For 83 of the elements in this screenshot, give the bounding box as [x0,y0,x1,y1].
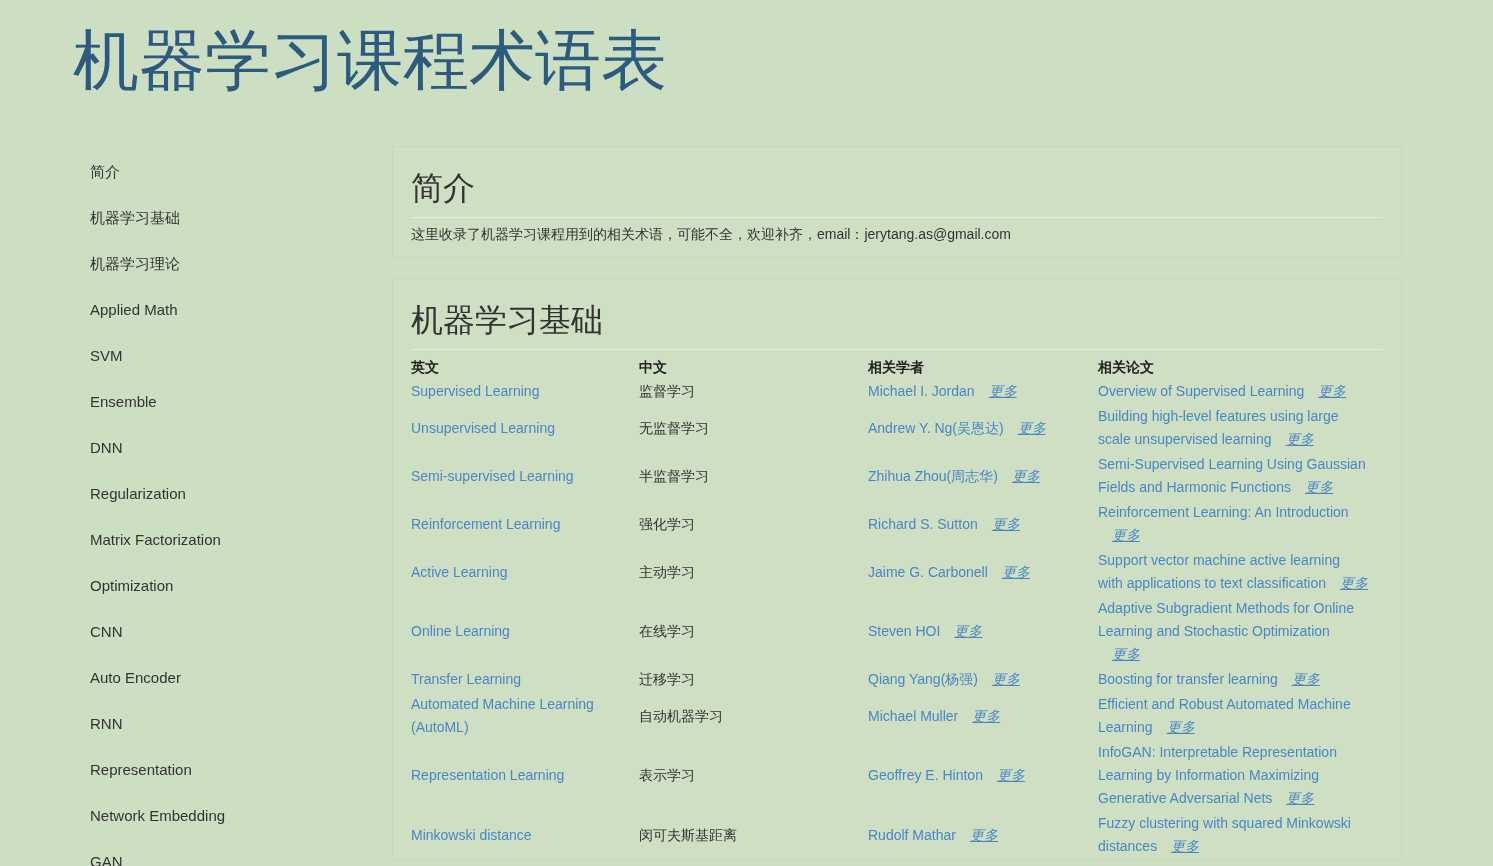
more-link[interactable]: 更多 [1112,646,1140,662]
more-link[interactable]: 更多 [1318,383,1347,399]
scholar-link[interactable]: Qiang Yang(杨强) [868,671,978,687]
more-link[interactable]: 更多 [1171,838,1200,854]
section-title: 简介 [411,169,475,207]
more-link[interactable]: 更多 [1286,790,1315,806]
more-link[interactable]: 更多 [969,826,998,843]
sidebar-link[interactable]: Optimization [90,576,174,596]
page-title: 机器学习课程术语表 [73,22,667,98]
scholar-link[interactable]: Michael I. Jordan [868,383,975,399]
sidebar-link[interactable]: Matrix Factorization [90,530,221,550]
more-link[interactable]: 更多 [988,383,1017,399]
term-link[interactable]: Transfer Learning [411,668,629,691]
chinese-term: 强化学习 [639,515,695,532]
scholar-link[interactable]: Steven HOI [868,623,941,639]
sidebar-link[interactable]: 简介 [90,162,120,182]
scholar-link[interactable]: Andrew Y. Ng(吴恩达) [868,419,1004,436]
paper-citation[interactable]: Efficient and Robust Automated Machine Learning 更多 [1098,693,1368,739]
paper-citation[interactable]: Building high-level features using large scale unsupervised learning 更多 [1098,405,1368,451]
term-link[interactable]: Online Learning [411,620,629,643]
sidebar-link[interactable]: Applied Math [90,300,178,320]
scholar-link[interactable]: Jaime G. Carbonell [868,563,988,580]
paper-citation[interactable]: Overview of Supervised Learning 更多 [1098,380,1368,403]
sidebar-link[interactable]: SVM [90,346,123,366]
more-link[interactable]: 更多 [996,767,1025,783]
more-link[interactable]: 更多 [992,671,1020,687]
more-link[interactable]: 更多 [1001,563,1030,580]
chinese-term: 主动学习 [639,563,695,580]
chinese-term: 在线学习 [639,623,695,639]
term-link[interactable]: Minkowski distance [411,823,629,847]
paper-citation[interactable]: InfoGAN: Interpretable Representation Learning by Information Maximizing Generative Adversarial Nets 更多 [1098,741,1368,810]
term-link[interactable]: Reinforcement Learning [411,512,629,536]
scholar-link[interactable]: Rudolf Mathar [868,826,956,843]
chinese-term: 表示学习 [639,767,695,783]
chinese-term: 监督学习 [639,383,695,399]
column-header: 中文 [639,359,667,375]
term-link[interactable]: Active Learning [411,560,629,584]
sidebar-link[interactable]: Network Embedding [90,806,226,826]
scholar-link[interactable]: Geoffrey E. Hinton [868,767,983,783]
sidebar-link[interactable]: DNN [90,438,123,458]
sidebar-link[interactable]: CNN [90,622,123,642]
more-link[interactable]: 更多 [1285,431,1314,447]
paper-citation[interactable]: Adaptive Subgradient Methods for Online Learning and Stochastic Optimization 更多 [1098,597,1368,666]
term-link[interactable]: Supervised Learning [411,380,629,403]
chinese-term: 无监督学习 [639,419,709,436]
scholar-link[interactable]: Michael Muller [868,707,959,724]
chinese-term: 自动机器学习 [639,707,723,724]
scholar-link[interactable]: Zhihua Zhou(周志华) [868,467,998,484]
term-link[interactable]: Semi-supervised Learning [411,464,629,488]
paper-citation[interactable]: Fuzzy clustering with squared Minkowski distances 更多 [1098,812,1368,858]
more-link[interactable]: 更多 [1011,467,1040,484]
paper-citation[interactable]: Reinforcement Learning: An Introduction 更多 [1098,501,1368,547]
column-header: 相关论文 [1098,359,1154,375]
chinese-term: 迁移学习 [639,671,695,687]
more-link[interactable]: 更多 [1340,575,1368,591]
section-title: 机器学习基础 [411,301,603,339]
term-link[interactable]: Automated Machine Learning (AutoML) [411,693,629,739]
more-link[interactable]: 更多 [1305,479,1333,495]
paper-citation[interactable]: Boosting for transfer learning 更多 [1098,668,1368,691]
chinese-term: 半监督学习 [639,467,709,484]
more-link[interactable]: 更多 [972,707,1001,724]
sidebar-link[interactable]: RNN [90,714,123,734]
term-link[interactable]: Unsupervised Learning [411,416,629,440]
chinese-term: 闵可夫斯基距离 [639,826,737,843]
more-link[interactable]: 更多 [991,515,1020,532]
sidebar-link[interactable]: 机器学习理论 [90,254,180,274]
paper-citation[interactable]: Semi-Supervised Learning Using Gaussian Fields and Harmonic Functions 更多 [1098,453,1368,499]
column-header: 相关学者 [868,359,924,375]
more-link[interactable]: 更多 [1017,419,1046,436]
more-link[interactable]: 更多 [1112,527,1140,543]
more-link[interactable]: 更多 [954,623,983,639]
more-link[interactable]: 更多 [1166,719,1195,735]
sidebar-link[interactable]: Auto Encoder [90,668,181,688]
sidebar-link[interactable]: Ensemble [90,392,157,412]
column-header: 英文 [411,359,439,375]
sidebar-link[interactable]: 机器学习基础 [90,208,180,228]
scholar-link[interactable]: Richard S. Sutton [868,515,978,532]
more-link[interactable]: 更多 [1291,671,1320,687]
paper-citation[interactable]: Support vector machine active learning with applications to text classification 更多 [1098,549,1368,595]
term-link[interactable]: Representation Learning [411,764,629,787]
intro-text: 这里收录了机器学习课程用到的相关术语，可能不全，欢迎补齐，email：jerytang.as@gmail.com [411,225,1011,244]
sidebar-link[interactable]: Regularization [90,484,186,504]
sidebar-link[interactable]: Representation [90,760,192,780]
